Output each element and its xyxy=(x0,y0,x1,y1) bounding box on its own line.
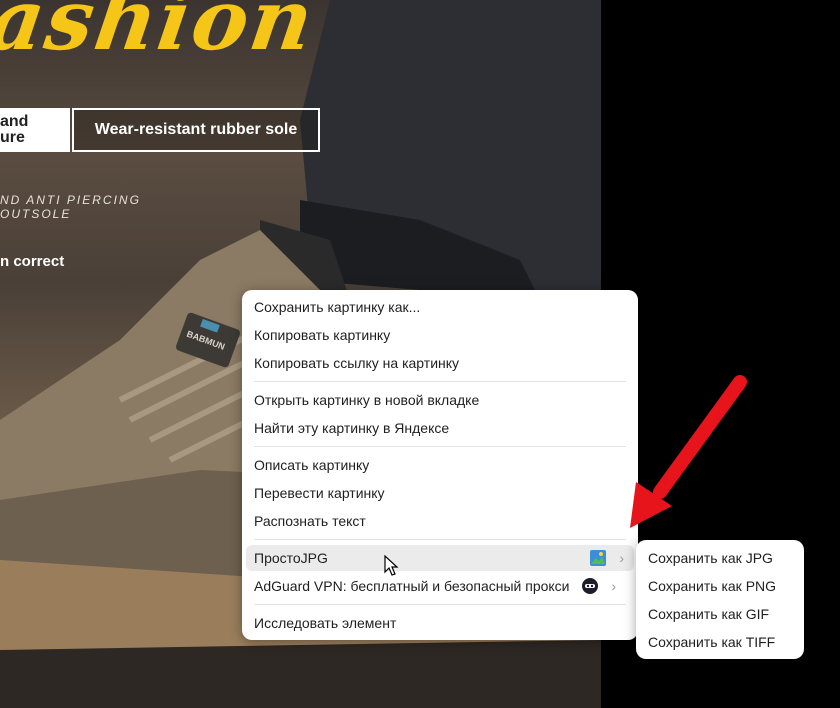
correct-text: n correct xyxy=(0,253,65,270)
menu-adguard-vpn[interactable]: AdGuard VPN: бесплатный и безопасный про… xyxy=(254,573,626,599)
menu-copy-image[interactable]: Копировать картинку xyxy=(254,322,626,348)
chevron-right-icon: › xyxy=(611,578,616,594)
menu-describe-image[interactable]: Описать картинку xyxy=(254,452,626,478)
submenu-save-as-gif[interactable]: Сохранить как GIF xyxy=(648,601,796,627)
menu-separator xyxy=(254,604,626,605)
menu-separator xyxy=(254,446,626,447)
submenu-save-as-tiff[interactable]: Сохранить как TIFF xyxy=(648,629,796,655)
red-arrow-annotation xyxy=(630,375,747,528)
menu-translate-image[interactable]: Перевести картинку xyxy=(254,480,626,506)
menu-find-in-yandex[interactable]: Найти эту картинку в Яндексе xyxy=(254,415,626,441)
badge-left-line-1: and xyxy=(0,113,29,130)
headline-text: ashion xyxy=(0,0,321,69)
chevron-right-icon: › xyxy=(619,550,624,566)
adguard-icon xyxy=(582,578,598,594)
menu-open-image-new-tab[interactable]: Открыть картинку в новой вкладке xyxy=(254,387,626,413)
mouse-cursor-icon xyxy=(384,555,399,576)
menu-inspect-element[interactable]: Исследовать элемент xyxy=(254,610,626,636)
menu-copy-image-link[interactable]: Копировать ссылку на картинку xyxy=(254,350,626,376)
menu-adguard-label: AdGuard VPN: бесплатный и безопасный про… xyxy=(254,578,570,594)
menu-separator xyxy=(254,539,626,540)
menu-separator xyxy=(254,381,626,382)
menu-prostojpg[interactable]: ПростоJPG › xyxy=(246,545,634,571)
menu-prostojpg-label: ПростоJPG xyxy=(254,550,328,566)
anti-piercing-line-1: ND ANTI PIERCING xyxy=(0,193,141,207)
context-menu: Сохранить картинку как... Копировать кар… xyxy=(242,290,638,640)
prostojpg-submenu: Сохранить как JPG Сохранить как PNG Сохр… xyxy=(636,540,804,659)
submenu-save-as-png[interactable]: Сохранить как PNG xyxy=(648,573,796,599)
menu-save-image-as[interactable]: Сохранить картинку как... xyxy=(254,294,626,320)
menu-recognize-text[interactable]: Распознать текст xyxy=(254,508,626,534)
badge-left-line-2: ure xyxy=(0,129,25,146)
badge-wear-resistant: Wear-resistant rubber sole xyxy=(72,108,320,152)
badge-left: and ure xyxy=(0,108,70,152)
submenu-save-as-jpg[interactable]: Сохранить как JPG xyxy=(648,545,796,571)
anti-piercing-line-2: OUTSOLE xyxy=(0,207,72,221)
anti-piercing-text: ND ANTI PIERCING OUTSOLE xyxy=(0,193,141,221)
prostojpg-icon xyxy=(590,550,606,566)
